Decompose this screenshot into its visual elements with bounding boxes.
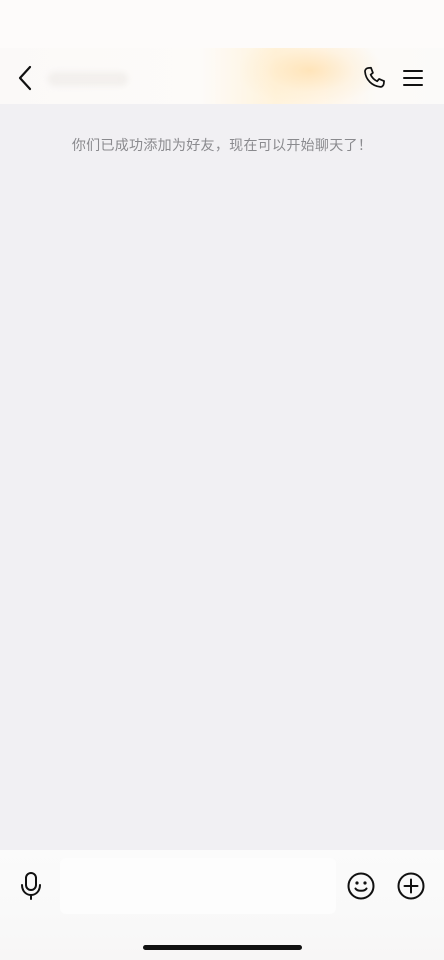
status-bar xyxy=(0,0,444,48)
home-indicator[interactable] xyxy=(143,945,302,950)
voice-input-button[interactable] xyxy=(14,868,48,904)
message-list[interactable]: 你们已成功添加为好友，现在可以开始聊天了！ xyxy=(0,104,444,850)
more-options-button[interactable] xyxy=(398,62,428,94)
system-message: 你们已成功添加为好友，现在可以开始聊天了！ xyxy=(71,138,373,154)
voice-call-button[interactable] xyxy=(358,62,390,94)
contact-name-blurred xyxy=(48,72,128,86)
emoji-button[interactable] xyxy=(344,868,378,904)
composer-bar xyxy=(0,850,444,960)
back-button[interactable] xyxy=(10,62,40,94)
phone-icon xyxy=(361,65,387,91)
smiley-icon xyxy=(346,871,376,901)
chevron-left-icon xyxy=(16,64,34,92)
message-input[interactable] xyxy=(60,858,336,914)
hamburger-menu-icon xyxy=(402,68,424,88)
chat-screen: 你们已成功添加为好友，现在可以开始聊天了！ xyxy=(0,0,444,960)
more-functions-button[interactable] xyxy=(394,868,428,904)
plus-circle-icon xyxy=(396,871,426,901)
microphone-icon xyxy=(18,871,44,901)
